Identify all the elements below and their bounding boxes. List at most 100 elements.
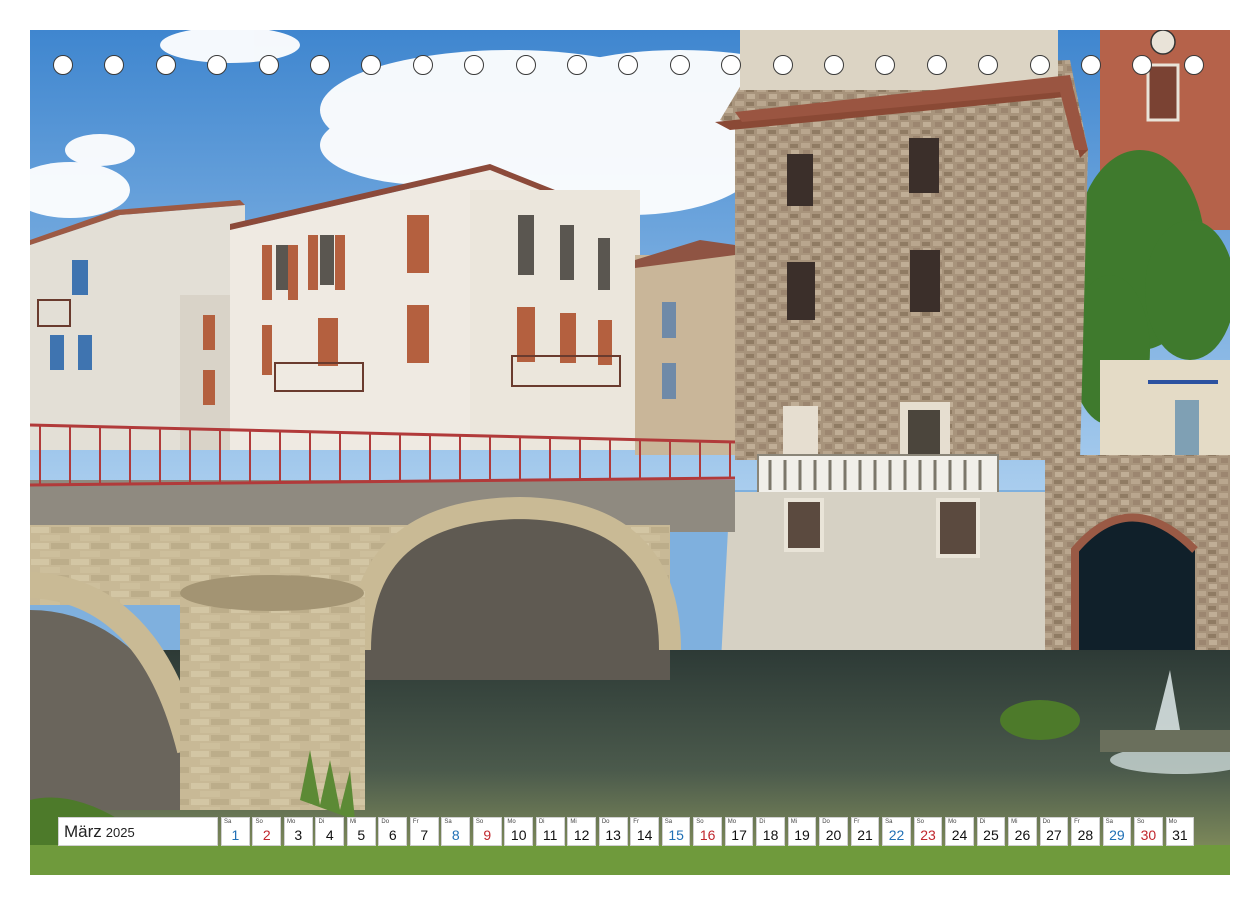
day-of-week-label: Mi: [1011, 819, 1018, 825]
day-number: 17: [731, 827, 747, 843]
day-of-week-label: So: [916, 819, 924, 825]
day-cell: Fr 28: [1071, 817, 1100, 846]
day-number: 7: [420, 827, 429, 843]
day-number: 9: [483, 827, 492, 843]
month-year: 2025: [105, 825, 135, 840]
day-cell: Do 6: [378, 817, 408, 846]
day-number: 4: [325, 827, 334, 843]
day-cell: So 30: [1134, 817, 1163, 846]
day-number: 18: [762, 827, 779, 843]
binding-hole: [669, 55, 690, 75]
month-name: März: [64, 822, 102, 841]
day-of-week-label: So: [696, 819, 704, 825]
day-cell: Sa 8: [441, 817, 471, 846]
day-cell: Mo 24: [945, 817, 974, 846]
day-of-week-label: Di: [759, 819, 765, 825]
day-cell: Fr 21: [850, 817, 880, 846]
binding-hole: [310, 55, 330, 75]
day-of-week-label: Sa: [664, 819, 673, 825]
calendar-strip: März 2025 Sa 1 So 2 Mo 3 Di 4 Mi 5 Do 6 Fr 7 Sa 8 So 9 Mo 1…: [58, 817, 1197, 848]
day-of-week-label: Mo: [727, 819, 737, 825]
day-of-week-label: Mi: [790, 819, 798, 825]
day-cell: Sa 1: [221, 817, 250, 846]
month-label: März 2025: [58, 817, 218, 846]
day-number: 19: [794, 827, 810, 843]
day-of-week-label: Sa: [885, 819, 893, 825]
day-of-week-label: Mo: [286, 819, 296, 825]
day-of-week-label: Sa: [1105, 819, 1113, 825]
day-cell: Do 13: [598, 817, 628, 846]
day-of-week-label: Mi: [349, 819, 357, 825]
binding-hole: [926, 55, 947, 75]
day-number: 13: [605, 827, 621, 843]
binding-hole: [772, 55, 793, 75]
day-of-week-label: Do: [822, 819, 830, 825]
day-of-week-label: So: [475, 819, 484, 825]
binding-hole: [1029, 55, 1050, 75]
day-number: 8: [451, 827, 460, 843]
day-cell: So 23: [913, 817, 943, 846]
day-cell: Mo 31: [1165, 817, 1195, 846]
day-of-week-label: Do: [1042, 819, 1051, 825]
binding-hole: [412, 55, 433, 75]
day-cell: Do 27: [1039, 817, 1069, 846]
day-number: 28: [1077, 827, 1094, 843]
binding-hole: [1081, 55, 1101, 75]
day-cell: Di 11: [535, 817, 565, 846]
day-number: 30: [1140, 827, 1157, 843]
day-number: 14: [636, 827, 653, 843]
day-number: 2: [262, 827, 271, 843]
binding-hole: [567, 55, 587, 75]
day-cell: Mi 12: [567, 817, 597, 846]
day-cell: Di 4: [315, 817, 345, 846]
day-of-week-label: So: [255, 819, 263, 825]
day-of-week-label: Di: [538, 819, 545, 825]
day-number: 10: [510, 827, 527, 843]
day-of-week-label: Mo: [507, 819, 516, 825]
day-of-week-label: Do: [381, 819, 390, 825]
day-number: 20: [825, 827, 842, 843]
day-number: 11: [542, 827, 558, 843]
day-of-week-label: Fr: [1074, 819, 1080, 825]
day-cell: Mi 5: [346, 817, 376, 846]
day-of-week-label: Di: [979, 819, 986, 825]
day-number: 1: [231, 827, 240, 843]
town-bridge-photo: [30, 30, 1230, 875]
day-cell: Sa 29: [1102, 817, 1132, 846]
day-cell: Sa 22: [882, 817, 911, 846]
day-cell: Fr 14: [630, 817, 659, 846]
day-number: 26: [1014, 827, 1031, 843]
day-cell: So 2: [252, 817, 282, 846]
binding-hole: [53, 55, 73, 75]
calendar-page: März 2025 Sa 1 So 2 Mo 3 Di 4 Mi 5 Do 6 Fr 7 Sa 8 So 9 Mo 1…: [30, 30, 1230, 875]
day-cell: So 16: [693, 817, 722, 846]
day-number: 22: [888, 827, 905, 843]
binding-hole: [258, 55, 279, 75]
day-cell: Mi 19: [787, 817, 817, 846]
day-number: 27: [1046, 827, 1062, 843]
day-cell: Mo 17: [724, 817, 754, 846]
day-number: 12: [573, 827, 590, 843]
day-cell: Mo 3: [283, 817, 313, 846]
day-of-week-label: So: [1137, 819, 1145, 825]
day-cell: Fr 7: [409, 817, 439, 846]
day-of-week-label: Sa: [444, 819, 452, 825]
day-of-week-label: Mi: [570, 819, 577, 825]
day-cell: Di 18: [756, 817, 785, 846]
day-number: 25: [983, 827, 999, 843]
binding-hole: [1183, 55, 1204, 75]
day-cell: Mi 26: [1008, 817, 1037, 846]
day-of-week-label: Di: [318, 819, 325, 825]
day-of-week-label: Fr: [412, 819, 419, 825]
day-number: 31: [1172, 827, 1188, 843]
day-cell: Sa 15: [661, 817, 691, 846]
day-cell: Do 20: [819, 817, 848, 846]
day-cell: So 9: [472, 817, 502, 846]
day-number: 15: [668, 827, 684, 843]
day-number: 16: [699, 827, 716, 843]
day-cell: Di 25: [976, 817, 1006, 846]
day-of-week-label: Do: [601, 819, 610, 825]
day-number: 29: [1109, 827, 1125, 843]
day-number: 6: [388, 827, 397, 843]
binding-hole: [824, 55, 844, 75]
